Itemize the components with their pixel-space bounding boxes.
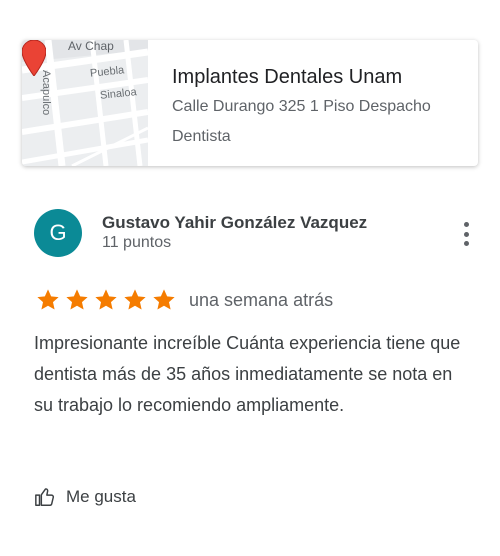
reviewer-points: 11 puntos [102, 234, 172, 251]
review-text: Impresionante increíble Cuánta experienc… [34, 333, 461, 415]
reviewer-info: Gustavo Yahir González Vazquez 11 puntos [102, 209, 367, 253]
place-category: Dentista [172, 128, 231, 145]
map-street-label: Acapulco [40, 70, 52, 116]
more-vert-icon[interactable] [456, 220, 476, 248]
more-dot [463, 231, 469, 237]
star-icon [37, 289, 59, 310]
star-icon [153, 289, 175, 310]
star-rating [34, 287, 179, 313]
map-pin-icon [22, 40, 46, 76]
reviewer-header[interactable]: G Gustavo Yahir González Vazquez 11 punt… [34, 209, 367, 257]
map-street-label: Av Chap [68, 40, 114, 53]
place-card[interactable]: Av Chap Puebla Sinaloa Acapulco Implante… [22, 40, 478, 166]
thumb-up-icon [35, 488, 55, 506]
reviewer-name[interactable]: Gustavo Yahir González Vazquez [102, 213, 367, 233]
place-address: Calle Durango 325 1 Piso Despacho [172, 98, 431, 115]
star-icon [95, 289, 117, 310]
more-dot [463, 222, 469, 227]
review-time: una semana atrás [189, 289, 334, 310]
map-thumbnail[interactable]: Av Chap Puebla Sinaloa Acapulco [22, 40, 148, 166]
place-name: Implantes Dentales Unam [172, 66, 403, 88]
star-icon [124, 289, 146, 310]
place-info: Implantes Dentales Unam Calle Durango 32… [148, 40, 454, 166]
avatar[interactable]: G [34, 209, 82, 257]
rating-row: una semana atrás [34, 287, 333, 313]
more-dot [463, 241, 469, 246]
like-button[interactable]: Me gusta [34, 486, 136, 508]
star-icon [66, 289, 88, 310]
like-label: Me gusta [66, 487, 136, 506]
